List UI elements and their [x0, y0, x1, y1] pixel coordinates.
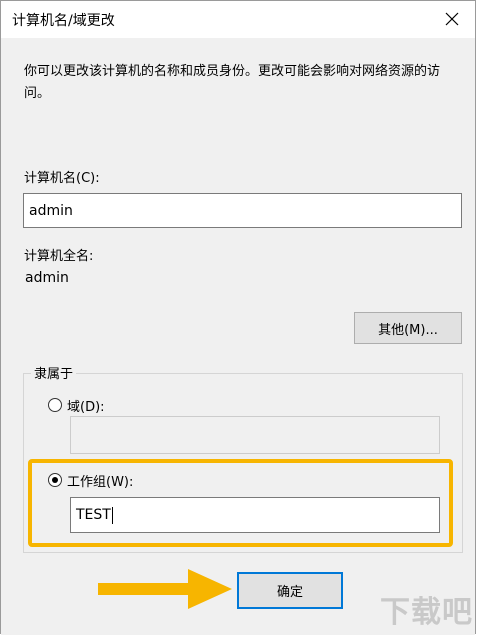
ok-button[interactable]: 确定: [237, 572, 343, 609]
member-of-legend: 隶属于: [31, 363, 77, 382]
full-name-label: 计算机全名:: [24, 249, 94, 264]
background-edge: [476, 0, 480, 634]
more-button[interactable]: 其他(M)...: [354, 312, 462, 344]
radio-selected-dot: [52, 477, 58, 483]
text-caret: [111, 506, 113, 524]
computer-name-value: admin: [29, 202, 73, 219]
close-icon: [445, 12, 459, 26]
full-name-value: admin: [25, 270, 69, 286]
workgroup-radio[interactable]: [48, 473, 62, 487]
computer-name-input[interactable]: admin: [23, 193, 462, 228]
workgroup-value: TEST: [76, 507, 111, 523]
close-button[interactable]: [435, 4, 469, 34]
workgroup-label[interactable]: 工作组(W):: [67, 471, 133, 490]
more-button-label: 其他(M)...: [378, 322, 438, 338]
ok-button-label: 确定: [276, 585, 303, 600]
window-title: 计算机名/域更改: [12, 13, 115, 29]
computer-name-label: 计算机名(C):: [24, 171, 100, 186]
watermark-logo: 下载吧: [380, 595, 473, 630]
description-text: 你可以更改该计算机的名称和成员身份。更改可能会影响对网络资源的访问。: [24, 64, 441, 101]
domain-radio[interactable]: [48, 398, 62, 412]
arrow-icon: [98, 569, 232, 609]
computer-name-dialog: 计算机名/域更改 你可以更改该计算机的名称和成员身份。更改可能会影响对网络资源的…: [0, 0, 476, 635]
domain-label[interactable]: 域(D):: [67, 396, 105, 415]
domain-input: [70, 416, 440, 454]
workgroup-input[interactable]: TEST: [70, 497, 440, 533]
title-bar[interactable]: 计算机名/域更改: [1, 1, 475, 38]
